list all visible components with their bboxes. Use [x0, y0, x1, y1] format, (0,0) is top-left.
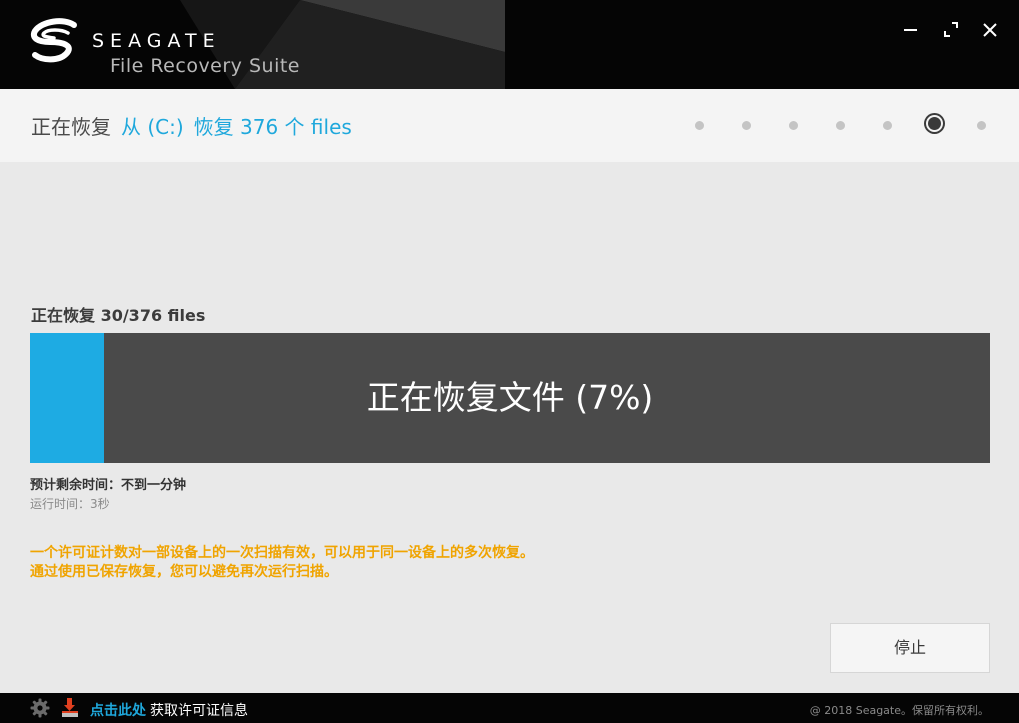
step-dot-3: [788, 121, 798, 130]
license-download-icon: [62, 698, 78, 717]
time-remaining: 预计剩余时间：不到一分钟: [30, 478, 187, 493]
elapsed-time: 运行时间：3秒: [30, 497, 110, 511]
step-dot-5: [882, 121, 892, 130]
step-dot-1: [694, 121, 704, 130]
brand-name: SEAGATE: [92, 30, 221, 52]
recovery-summary: 恢复 376 个 files: [193, 115, 352, 139]
license-info-link[interactable]: 点击此处: [90, 700, 146, 720]
step-dot-6: [927, 117, 941, 130]
progress-bar: 正在恢复文件 (7%): [30, 333, 990, 463]
seagate-logo-icon: [30, 18, 77, 63]
title-bar: SEAGATE File Recovery Suite: [0, 0, 1019, 89]
license-info-text: 获取许可证信息: [150, 703, 248, 719]
maximize-button[interactable]: [939, 18, 963, 42]
step-dot-4: [835, 121, 845, 130]
license-notice: 一个许可证计数对一部设备上的一次扫描有效，可以用于同一设备上的多次恢复。 通过使…: [30, 544, 534, 582]
notice-line-2: 通过使用已保存恢复，您可以避免再次运行扫描。: [30, 564, 338, 580]
maximize-icon: [944, 22, 958, 37]
product-name: File Recovery Suite: [110, 55, 300, 77]
minimize-button[interactable]: [899, 18, 923, 42]
close-button[interactable]: [978, 18, 1002, 42]
close-icon: [983, 23, 997, 37]
step-dot-2: [741, 121, 751, 130]
source-drive: 从 (C:): [121, 115, 184, 139]
step-label: 正在恢复: [31, 115, 111, 139]
step-dot-7: [976, 121, 986, 130]
copyright: @ 2018 Seagate。保留所有权利。: [809, 704, 989, 717]
progress-label: 正在恢复文件 (7%): [366, 378, 654, 417]
minimize-icon: [904, 29, 917, 31]
progress-caption: 正在恢复 30/376 files: [31, 306, 206, 325]
gear-icon[interactable]: [30, 698, 50, 718]
stop-button[interactable]: 停止: [830, 623, 990, 673]
notice-line-1: 一个许可证计数对一部设备上的一次扫描有效，可以用于同一设备上的多次恢复。: [30, 545, 534, 561]
step-title: 正在恢复从 (C:) 恢复 376 个 files: [31, 111, 352, 140]
